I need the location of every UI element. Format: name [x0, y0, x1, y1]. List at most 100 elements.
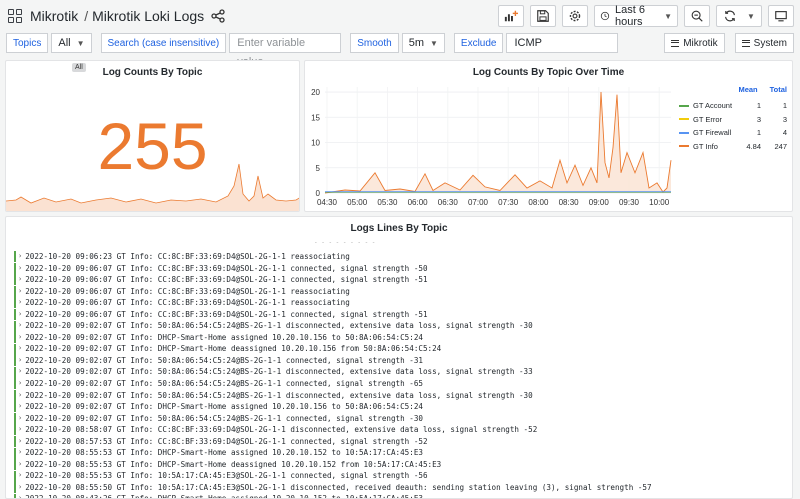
log-row[interactable]: › 2022-10-20 09:02:07 GT Info: 50:8A:06:5… [14, 412, 788, 425]
save-dashboard-button[interactable] [530, 5, 556, 27]
log-counts-stat-panel[interactable]: All Log Counts By Topic 255 [5, 60, 300, 212]
timeseries-chart[interactable]: 0 5 10 15 20 04:30 05:00 05:30 06:00 06:30 07:00 07… [305, 81, 675, 211]
log-row[interactable]: › 2022-10-20 08:55:50 GT Info: 10:5A:17:C… [14, 482, 788, 494]
log-level-indicator [14, 389, 16, 401]
log-level-indicator [14, 493, 16, 498]
log-row[interactable]: › 2022-10-20 09:02:07 GT Info: 50:8A:06:5… [14, 320, 788, 332]
expand-chevron-icon[interactable]: › [18, 413, 22, 425]
y-tick-label: 20 [311, 88, 320, 97]
log-row[interactable]: › 2022-10-20 09:06:07 GT Info: CC:8C:BF:3… [14, 309, 788, 321]
stat-sparkline [6, 163, 299, 211]
refresh-icon [725, 10, 735, 22]
legend-item[interactable]: GT Firewall 1 4 [679, 126, 789, 140]
search-input[interactable]: Enter variable value [229, 33, 342, 68]
log-row[interactable]: › 2022-10-20 08:55:53 GT Info: DHCP-Smart… [14, 447, 788, 459]
log-text: 2022-10-20 09:06:07 GT Info: CC:8C:BF:33… [25, 275, 428, 285]
expand-chevron-icon[interactable]: › [18, 332, 22, 344]
expand-chevron-icon[interactable]: › [18, 355, 22, 367]
expand-chevron-icon[interactable]: › [18, 493, 22, 498]
x-tick-label: 05:30 [377, 198, 398, 207]
log-text: 2022-10-20 09:02:07 GT Info: 50:8A:06:54… [25, 379, 423, 389]
expand-chevron-icon[interactable]: › [18, 366, 22, 378]
row-buttons: Mikrotik System [664, 33, 794, 53]
monitor-icon [775, 11, 787, 22]
chevron-down-icon: ▼ [664, 11, 672, 21]
expand-chevron-icon[interactable]: › [18, 274, 22, 286]
zoom-out-button[interactable] [684, 5, 710, 27]
logs-panel[interactable]: Logs Lines By Topic ›2022-10-20 09:06:23… [5, 216, 793, 499]
y-tick-label: 0 [316, 189, 321, 198]
expand-chevron-icon[interactable]: › [18, 378, 22, 390]
expand-chevron-icon[interactable]: › [18, 436, 22, 448]
x-tick-label: 10:00 [649, 198, 670, 207]
log-row[interactable]: › 2022-10-20 09:02:07 GT Info: 50:8A:06:5… [14, 366, 788, 378]
expand-chevron-icon[interactable]: › [18, 470, 22, 482]
log-row[interactable]: › 2022-10-20 08:55:53 GT Info: 10:5A:17:C… [14, 470, 788, 482]
log-row[interactable]: › 2022-10-20 08:58:07 GT Info: CC:8C:BF:3… [14, 424, 788, 436]
expand-chevron-icon[interactable]: › [18, 343, 22, 355]
panel-title[interactable]: Logs Lines By Topic [6, 223, 792, 234]
log-row[interactable]: › 2022-10-20 08:57:53 GT Info: CC:8C:BF:3… [14, 436, 788, 448]
expand-chevron-icon[interactable]: › [18, 390, 22, 402]
expand-chevron-icon[interactable]: › [18, 447, 22, 459]
legend-mean: 4.84 [746, 141, 761, 151]
legend-total: 3 [782, 114, 787, 124]
log-row[interactable]: › 2022-10-20 09:02:07 GT Info: 50:8A:06:5… [14, 355, 788, 367]
x-tick-label: 07:30 [498, 198, 519, 207]
expand-chevron-icon[interactable]: › [18, 286, 22, 298]
row-toggle-system[interactable]: System [734, 33, 794, 53]
expand-chevron-icon[interactable]: › [18, 251, 22, 263]
y-tick-label: 5 [316, 164, 321, 173]
log-row[interactable]: › 2022-10-20 09:06:07 GT Info: CC:8C:BF:3… [14, 262, 788, 275]
log-row[interactable]: › 2022-10-20 08:55:53 GT Info: DHCP-Smart… [14, 459, 788, 471]
log-text: 2022-10-20 09:02:07 GT Info: 50:8A:06:54… [25, 367, 533, 377]
expand-chevron-icon[interactable]: › [18, 424, 22, 436]
add-panel-button[interactable] [498, 5, 524, 27]
legend-swatch [679, 145, 689, 148]
expand-chevron-icon[interactable]: › [18, 297, 22, 309]
log-row[interactable]: › 2022-10-20 09:06:07 GT Info: CC:8C:BF:3… [14, 285, 788, 298]
expand-chevron-icon[interactable]: › [18, 263, 22, 275]
expand-chevron-icon[interactable]: › [18, 459, 22, 471]
panel-title[interactable]: Log Counts By Topic [6, 67, 299, 78]
log-row[interactable]: › 2022-10-20 09:06:07 GT Info: CC:8C:BF:3… [14, 274, 788, 286]
log-row[interactable]: › 2022-10-20 09:02:07 GT Info: 50:8A:06:5… [14, 389, 788, 402]
share-icon[interactable] [210, 8, 226, 24]
time-range-picker[interactable]: Last 6 hours ▼ [594, 4, 678, 28]
legend-item[interactable]: GT Error 3 3 [679, 113, 789, 127]
log-text: 2022-10-20 09:06:07 GT Info: CC:8C:BF:33… [25, 298, 350, 308]
dashboard-title[interactable]: Mikrotik Loki Logs [92, 8, 204, 24]
log-row[interactable]: › 2022-10-20 09:02:07 GT Info: DHCP-Smart… [14, 343, 788, 355]
expand-chevron-icon[interactable]: › [18, 482, 22, 494]
log-row[interactable]: › 2022-10-20 09:02:07 GT Info: 50:8A:06:5… [14, 378, 788, 390]
log-text: 2022-10-20 09:06:07 GT Info: CC:8C:BF:33… [25, 286, 350, 296]
settings-button[interactable] [562, 5, 588, 27]
legend-total-header[interactable]: Total [770, 85, 787, 96]
log-row[interactable]: › 2022-10-20 09:06:23 GT Info: CC:8C:BF:3… [14, 251, 788, 263]
x-tick-label: 07:00 [468, 198, 489, 207]
topics-select[interactable]: All ▼ [51, 33, 92, 53]
breadcrumb-folder[interactable]: Mikrotik [30, 8, 78, 24]
expand-chevron-icon[interactable]: › [18, 309, 22, 321]
expand-chevron-icon[interactable]: › [18, 320, 22, 332]
log-row[interactable]: › 2022-10-20 09:02:07 GT Info: DHCP-Smart… [14, 332, 788, 344]
smooth-select[interactable]: 5m ▼ [401, 33, 445, 53]
legend-mean-header[interactable]: Mean [738, 85, 757, 96]
row-toggle-mikrotik[interactable]: Mikrotik [664, 33, 725, 53]
log-row[interactable]: › 2022-10-20 08:43:26 GT Info: DHCP-Smart… [14, 493, 788, 498]
expand-chevron-icon[interactable]: › [18, 401, 22, 413]
log-row[interactable]: › 2022-10-20 09:06:07 GT Info: CC:8C:BF:3… [14, 297, 788, 309]
log-level-indicator [14, 343, 16, 355]
log-list[interactable]: ›2022-10-20 09:06:23 GT Info: CC:8C:BF:3… [14, 239, 788, 498]
legend-mean: 3 [756, 114, 761, 124]
log-counts-timeseries-panel[interactable]: Log Counts By Topic Over Time 0 5 10 15 20 04… [304, 60, 793, 212]
tv-mode-button[interactable] [768, 5, 794, 27]
log-text: 2022-10-20 08:57:53 GT Info: CC:8C:BF:33… [25, 436, 428, 446]
log-row[interactable]: › 2022-10-20 09:02:07 GT Info: DHCP-Smart… [14, 401, 788, 413]
exclude-input[interactable]: ICMP [506, 33, 619, 53]
panel-title[interactable]: Log Counts By Topic Over Time [305, 67, 792, 78]
refresh-button[interactable]: ▼ [716, 5, 762, 27]
legend-item[interactable]: GT Account 1 1 [679, 99, 789, 113]
apps-grid-icon[interactable] [8, 9, 22, 23]
legend-item[interactable]: GT Info 4.84 247 [679, 140, 789, 154]
